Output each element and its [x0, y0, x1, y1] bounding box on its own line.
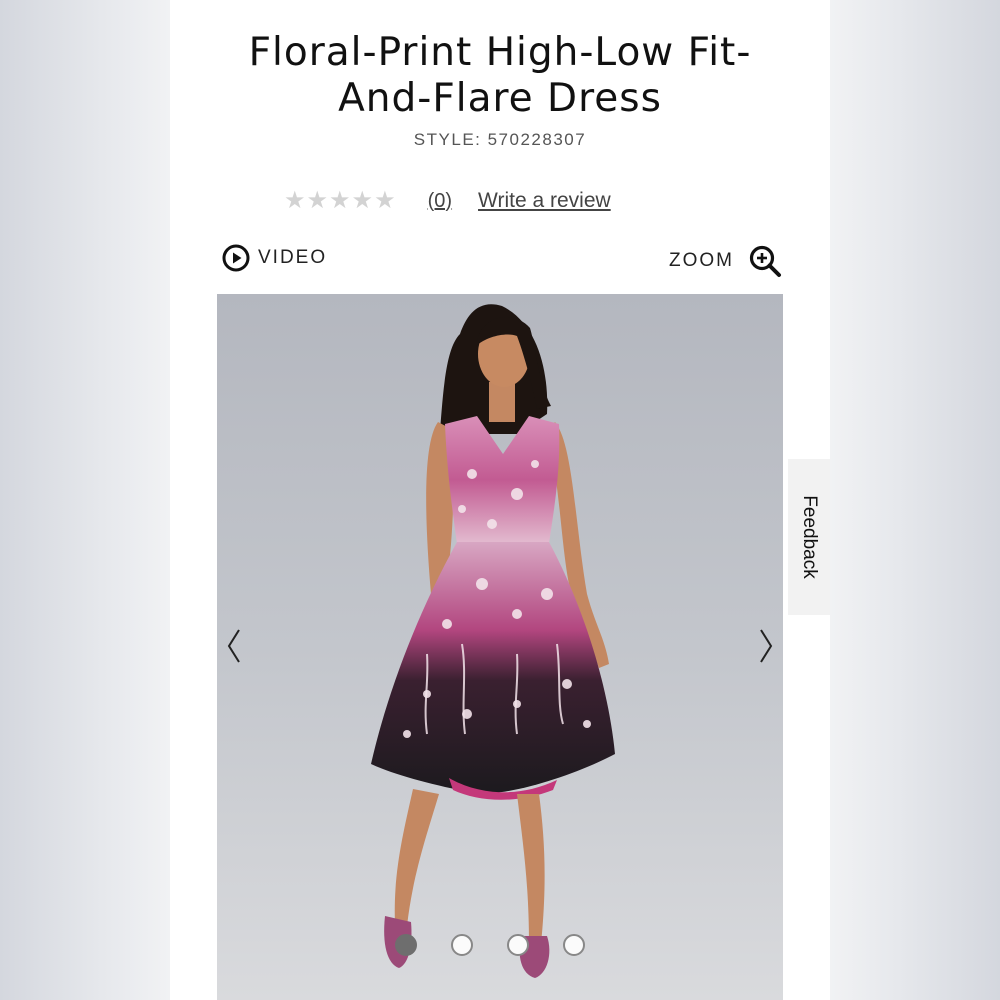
right-blurred-background: [830, 0, 1000, 1000]
product-title: Floral-Print High-Low Fit- And-Flare Dre…: [170, 30, 830, 122]
write-review-link[interactable]: Write a review: [478, 189, 611, 213]
video-label: VIDEO: [258, 247, 328, 268]
star-rating: ★ ★ ★ ★ ★: [284, 187, 396, 215]
next-image-button[interactable]: [753, 626, 779, 666]
star-icon: ★: [374, 187, 396, 214]
zoom-button[interactable]: ZOOM: [669, 244, 782, 278]
rating-row: ★ ★ ★ ★ ★ (0) Write a review: [284, 186, 611, 216]
feedback-label: Feedback: [799, 495, 820, 579]
feedback-tab[interactable]: Feedback: [788, 459, 830, 615]
star-icon: ★: [284, 187, 306, 214]
chevron-right-icon: [760, 629, 773, 663]
product-title-line2: And-Flare Dress: [338, 76, 662, 121]
carousel-dot-3[interactable]: [507, 934, 529, 956]
left-blurred-background: [0, 0, 170, 1000]
play-circle-icon: [222, 244, 250, 272]
media-toolbar: VIDEO ZOOM: [222, 244, 782, 280]
product-title-line1: Floral-Print High-Low Fit-: [248, 30, 752, 75]
carousel-dot-4[interactable]: [563, 934, 585, 956]
product-image-gallery[interactable]: [217, 294, 783, 1000]
star-icon: ★: [329, 187, 351, 214]
video-button[interactable]: VIDEO: [222, 244, 327, 272]
review-count-link[interactable]: (0): [428, 190, 452, 213]
star-icon: ★: [306, 187, 329, 214]
carousel-dot-1[interactable]: [395, 934, 417, 956]
product-card: Floral-Print High-Low Fit- And-Flare Dre…: [170, 0, 830, 1000]
product-photo: [371, 304, 615, 978]
star-icon: ★: [351, 187, 374, 214]
style-number: STYLE: 570228307: [413, 130, 587, 149]
carousel-dot-2[interactable]: [451, 934, 473, 956]
previous-image-button[interactable]: [221, 626, 247, 666]
chevron-left-icon: [227, 629, 240, 663]
zoom-label: ZOOM: [669, 250, 734, 271]
zoom-in-icon: [749, 245, 781, 277]
carousel-pagination: [395, 934, 585, 956]
